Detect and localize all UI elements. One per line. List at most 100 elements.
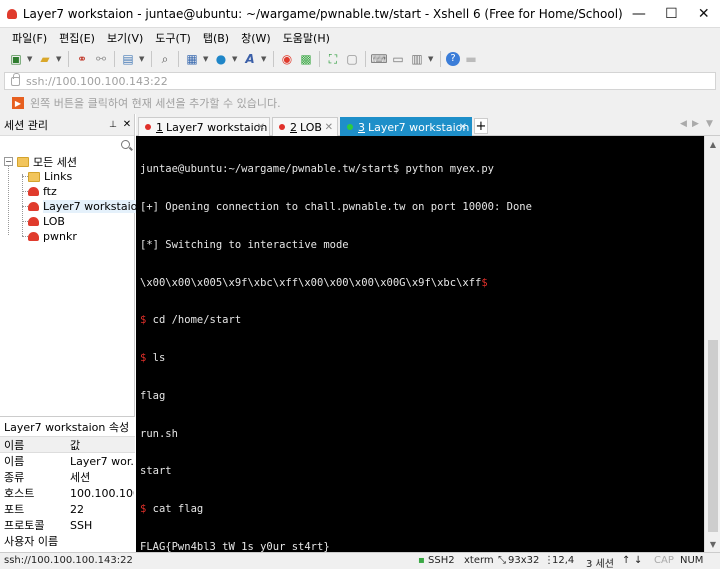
terminal-text: [+] Opening connection to chall.pwnable.… — [140, 200, 532, 213]
globe-icon[interactable]: ● — [213, 51, 229, 67]
session-tab-bar: 1 Layer7 workstaion ✕ 2 LOB ✕ 3 Layer7 w… — [136, 114, 720, 136]
find-icon[interactable]: ⌕ — [157, 51, 173, 67]
tab-label: Layer7 workstaion — [166, 120, 268, 134]
menu-tools[interactable]: 도구(T) — [149, 30, 197, 46]
reconnect-icon[interactable]: ⚭ — [74, 51, 90, 67]
pin-icon[interactable]: ⊥ — [106, 120, 120, 130]
chevron-down-icon[interactable]: ▼ — [56, 55, 63, 63]
property-value: 22 — [70, 502, 84, 516]
tree-item-lob[interactable]: LOB — [28, 214, 65, 229]
chevron-down-icon[interactable]: ▼ — [428, 55, 435, 63]
column-header-value[interactable]: 값 — [66, 437, 134, 452]
property-key: 호스트 — [4, 487, 35, 500]
tab-number: 1 — [156, 120, 163, 134]
toolbar-divider — [365, 51, 366, 67]
terminal-line: flag — [140, 390, 700, 403]
terminal-line: [+] Opening connection to chall.pwnable.… — [140, 201, 700, 214]
tab-label: Layer7 workstaion — [368, 120, 470, 134]
compose-icon[interactable]: ▭ — [390, 51, 406, 67]
menu-help[interactable]: 도움말(H) — [277, 30, 336, 46]
table-row: 프로토콜 SSH — [0, 517, 135, 533]
lock-status-icon: ▪ — [418, 555, 425, 566]
properties-header-row: 이름 값 — [0, 437, 135, 453]
table-row: 사용자 이름 — [0, 533, 135, 549]
pin-session-icon[interactable]: ▶ — [12, 97, 24, 109]
font-icon[interactable]: A — [242, 51, 258, 67]
chat-icon[interactable]: ▬ — [463, 51, 479, 67]
title-bar: Layer7 workstaion - juntae@ubuntu: ~/war… — [0, 0, 720, 28]
chevron-left-icon[interactable]: ◀ — [680, 119, 687, 129]
address-text: ssh://100.100.100.143:22 — [26, 74, 168, 88]
close-button[interactable]: ✕ — [688, 0, 720, 28]
terminal-output[interactable]: juntae@ubuntu:~/wargame/pwnable.tw/start… — [136, 136, 704, 552]
toolbar-divider — [273, 51, 274, 67]
tab-close-icon[interactable]: ✕ — [257, 122, 265, 133]
tab-list-icon[interactable]: ▼ — [706, 119, 713, 129]
maximize-button[interactable]: ☐ — [655, 0, 687, 28]
menu-view[interactable]: 보기(V) — [101, 30, 149, 46]
layout-icon[interactable]: ▦ — [184, 51, 200, 67]
property-key: 종류 — [4, 471, 25, 484]
chevron-down-icon[interactable]: ▼ — [232, 55, 239, 63]
tree-guide — [8, 161, 9, 235]
xshell-icon[interactable]: ◉ — [279, 51, 295, 67]
property-value: SSH — [70, 518, 93, 532]
new-session-icon[interactable]: ▣ — [8, 51, 24, 67]
tree-item-layer7-workstaion[interactable]: Layer7 workstaion — [28, 199, 145, 214]
table-row: 호스트 100.100.100... — [0, 485, 135, 501]
status-address: ssh://100.100.100.143:22 — [4, 555, 133, 566]
tree-item-links[interactable]: Links — [28, 169, 72, 184]
tab-session-3[interactable]: 3 Layer7 workstaion ✕ — [340, 117, 472, 136]
tab-session-1[interactable]: 1 Layer7 workstaion ✕ — [138, 117, 270, 136]
session-manager-title: 세션 관리 — [4, 118, 48, 132]
lock-icon — [11, 72, 20, 86]
tab-label: LOB — [300, 120, 322, 134]
minimize-button[interactable]: — — [623, 0, 655, 28]
tile-icon[interactable]: ▥ — [409, 51, 425, 67]
table-row: 이름 Layer7 wor... — [0, 453, 135, 469]
scrollbar-thumb[interactable] — [708, 340, 718, 532]
keyboard-icon[interactable]: ⌨ — [370, 51, 387, 67]
menu-window[interactable]: 창(W) — [235, 30, 277, 46]
collapse-icon[interactable]: − — [4, 157, 13, 166]
scroll-down-icon[interactable]: ▼ — [705, 536, 720, 552]
add-tab-button[interactable]: + — [474, 118, 488, 134]
terminal-line: run.sh — [140, 428, 700, 441]
chevron-down-icon[interactable]: ▼ — [261, 55, 268, 63]
chevron-down-icon[interactable]: ▼ — [27, 55, 34, 63]
menu-tab[interactable]: 탭(B) — [197, 30, 235, 46]
chevron-right-icon[interactable]: ▶ — [692, 119, 699, 129]
column-header-name[interactable]: 이름 — [0, 437, 66, 452]
tab-close-icon[interactable]: ✕ — [459, 122, 467, 133]
lock-icon[interactable]: ▢ — [344, 51, 360, 67]
fullscreen-icon[interactable]: ⛶ — [325, 51, 341, 67]
help-icon[interactable]: ? — [446, 52, 460, 66]
panel-close-icon[interactable]: ✕ — [120, 119, 134, 130]
disconnect-icon[interactable]: ⚯ — [93, 51, 109, 67]
tab-session-2[interactable]: 2 LOB ✕ — [272, 117, 338, 136]
properties-icon[interactable]: ▤ — [120, 51, 136, 67]
tree-label: Links — [44, 170, 73, 183]
chevron-down-icon[interactable]: ▼ — [203, 55, 210, 63]
toolbar-divider — [178, 51, 179, 67]
search-icon[interactable] — [121, 139, 130, 149]
scroll-up-icon[interactable]: ▲ — [705, 136, 720, 152]
xftp-icon[interactable]: ▩ — [298, 51, 314, 67]
open-folder-icon[interactable]: ▰ — [37, 51, 53, 67]
tree-label: LOB — [43, 215, 65, 228]
terminal-text: juntae@ubuntu:~/wargame/pwnable.tw/start… — [140, 163, 495, 176]
terminal-text: flag — [140, 389, 166, 402]
terminal-scrollbar[interactable]: ▲ ▼ — [704, 136, 720, 552]
menu-edit[interactable]: 편집(E) — [53, 30, 101, 46]
tree-item-pwnkr[interactable]: pwnkr — [28, 229, 77, 244]
terminal-line: $ cd /home/start — [140, 314, 700, 327]
menu-file[interactable]: 파일(F) — [6, 30, 53, 46]
address-input[interactable]: ssh://100.100.100.143:22 — [4, 72, 716, 90]
status-terminal-type: xterm — [464, 555, 494, 566]
tree-root-all-sessions[interactable]: − 모든 세션 — [4, 154, 77, 169]
terminal-text: FLAG{Pwn4bl3_tW_1s_y0ur_st4rt} — [140, 541, 330, 552]
chevron-down-icon[interactable]: ▼ — [139, 55, 146, 63]
tab-close-icon[interactable]: ✕ — [325, 122, 333, 133]
xshell-logo-icon — [7, 8, 17, 19]
tree-item-ftz[interactable]: ftz — [28, 184, 57, 199]
